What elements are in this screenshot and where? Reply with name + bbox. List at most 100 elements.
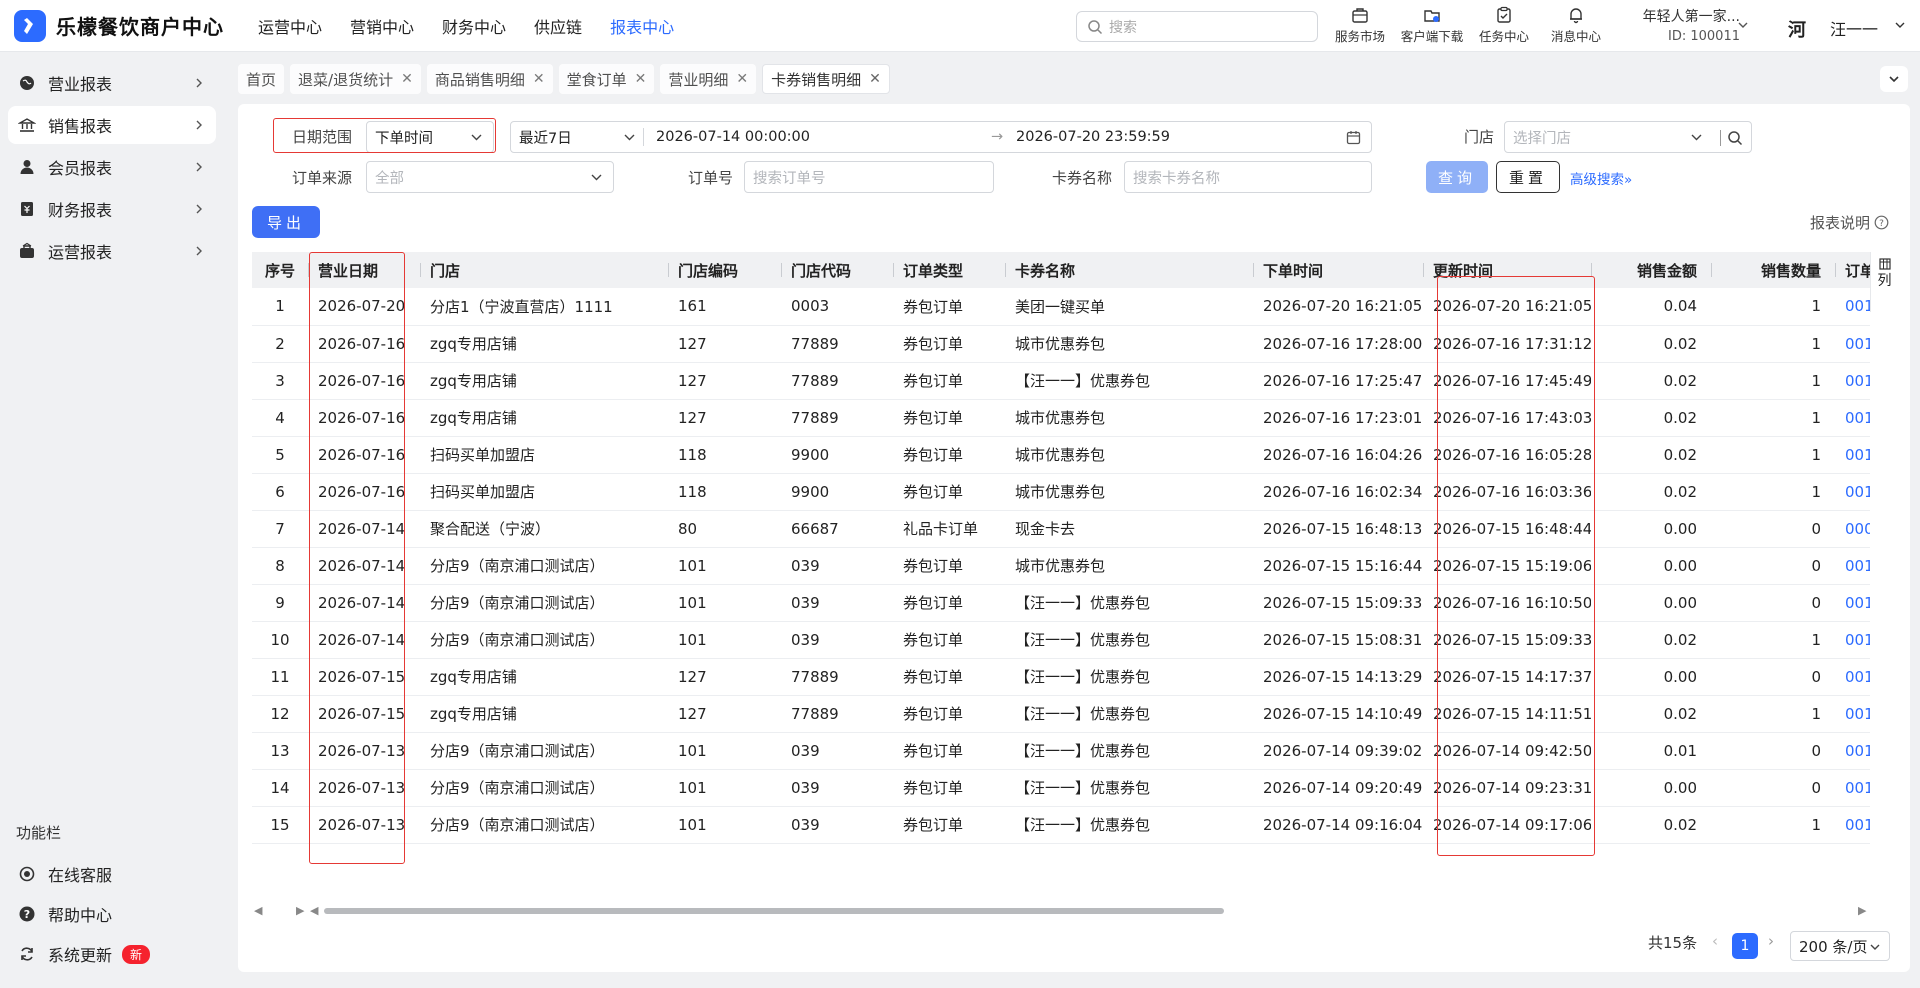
table-cell[interactable]: 000: [1835, 510, 1870, 548]
prev-page-icon[interactable]: ‹: [1712, 932, 1718, 950]
top-search-input[interactable]: 搜索: [1076, 11, 1318, 42]
client-download-button[interactable]: 客户端下载: [1396, 6, 1468, 45]
table-row[interactable]: 2 2026-07-16 zgq专用店铺 127 77889 券包订单 城市优惠券包 2026…: [252, 325, 1870, 363]
close-icon[interactable]: ✕: [401, 71, 413, 87]
close-icon[interactable]: ✕: [533, 71, 545, 87]
user-name[interactable]: 汪一一: [1830, 16, 1878, 40]
table-cell[interactable]: 001: [1835, 399, 1870, 437]
table-row[interactable]: 14 2026-07-13 分店9（南京浦口测试店） 101 039 券包订单 【汪一一】优…: [252, 769, 1870, 807]
table-cell[interactable]: 001: [1835, 362, 1870, 400]
sidebar-item-business-report[interactable]: 营业报表: [8, 64, 216, 102]
close-icon[interactable]: ✕: [869, 71, 881, 87]
table-cell[interactable]: 001: [1835, 621, 1870, 659]
table-cell[interactable]: 001: [1835, 473, 1870, 511]
tab-business-detail[interactable]: 营业明细 ✕: [660, 64, 757, 94]
tab-dine-in-orders[interactable]: 堂食订单 ✕: [558, 64, 655, 94]
store-select[interactable]: 选择门店: [1504, 121, 1752, 153]
tab-return-stats[interactable]: 退菜/退货统计 ✕: [290, 64, 421, 94]
logo[interactable]: 乐檬餐饮商户中心: [14, 9, 244, 42]
online-service-button[interactable]: 在线客服: [8, 856, 216, 892]
tabs-dropdown-button[interactable]: [1880, 66, 1908, 92]
table-cell[interactable]: 001: [1835, 732, 1870, 770]
column-header[interactable]: 门店: [420, 252, 668, 288]
task-center-button[interactable]: 任务中心: [1468, 6, 1540, 45]
table-cell[interactable]: 001: [1835, 288, 1870, 326]
search-icon[interactable]: [1727, 130, 1743, 146]
table-row[interactable]: 9 2026-07-14 分店9（南京浦口测试店） 101 039 券包订单 【汪一一】优惠…: [252, 584, 1870, 622]
table-row[interactable]: 5 2026-07-16 扫码买单加盟店 118 9900 券包订单 城市优惠券包 2026-…: [252, 436, 1870, 474]
user-chevron-down-icon[interactable]: [1894, 19, 1906, 31]
table-row[interactable]: 1 2026-07-20 分店1（宁波直营店）1111 161 0003 券包订单 美团一键…: [252, 288, 1870, 326]
order-no-input[interactable]: 搜索订单号: [744, 161, 994, 193]
horizontal-scrollbar[interactable]: ◀ ▶ ◀ ▶: [252, 904, 1870, 918]
table-row[interactable]: 4 2026-07-16 zgq专用店铺 127 77889 券包订单 城市优惠券包 2026…: [252, 399, 1870, 437]
table-row[interactable]: 10 2026-07-14 分店9（南京浦口测试店） 101 039 券包订单 【汪一一】优…: [252, 621, 1870, 659]
scroll-left-arrow-icon[interactable]: ◀: [310, 904, 318, 917]
service-market-button[interactable]: 服务市场: [1324, 6, 1396, 45]
report-note-link[interactable]: 报表说明 ?: [1810, 212, 1889, 233]
column-header[interactable]: 销售数量: [1711, 252, 1835, 288]
message-center-button[interactable]: 消息中心: [1540, 6, 1612, 45]
column-header[interactable]: 订单: [1835, 252, 1870, 288]
sidebar-item-finance-report[interactable]: 财务报表: [8, 190, 216, 228]
page-size-select[interactable]: 200 条/页: [1790, 931, 1890, 961]
order-source-select[interactable]: 全部: [366, 161, 614, 193]
table-row[interactable]: 3 2026-07-16 zgq专用店铺 127 77889 券包订单 【汪一一】优惠券包 2…: [252, 362, 1870, 400]
column-header[interactable]: 下单时间: [1253, 252, 1423, 288]
scroll-right-arrow-icon[interactable]: ▶: [1858, 904, 1866, 917]
table-cell[interactable]: 001: [1835, 695, 1870, 733]
reset-button[interactable]: 重置: [1496, 161, 1560, 193]
column-header[interactable]: 门店编码: [668, 252, 781, 288]
table-cell[interactable]: 001: [1835, 325, 1870, 363]
nav-item-marketing[interactable]: 营销中心: [350, 14, 414, 38]
table-cell[interactable]: 001: [1835, 658, 1870, 696]
table-cell[interactable]: 001: [1835, 806, 1870, 844]
column-header[interactable]: 序号: [252, 252, 308, 288]
close-icon[interactable]: ✕: [736, 71, 748, 87]
close-icon[interactable]: ✕: [635, 71, 647, 87]
next-page-icon[interactable]: ›: [1768, 932, 1774, 950]
advanced-search-link[interactable]: 高级搜索»: [1570, 168, 1632, 188]
sidebar-item-member-report[interactable]: 会员报表: [8, 148, 216, 186]
table-row[interactable]: 6 2026-07-16 扫码买单加盟店 118 9900 券包订单 城市优惠券包 2026-…: [252, 473, 1870, 511]
table-row[interactable]: 7 2026-07-14 聚合配送（宁波） 80 66687 礼品卡订单 现金卡去 2026-…: [252, 510, 1870, 548]
date-end-value[interactable]: 2026-07-20 23:59:59: [1016, 129, 1170, 145]
tab-goods-sales-detail[interactable]: 商品销售明细 ✕: [426, 64, 553, 94]
date-range-picker[interactable]: 最近7日 2026-07-14 00:00:00 → 2026-07-20 23…: [510, 121, 1372, 153]
table-row[interactable]: 13 2026-07-13 分店9（南京浦口测试店） 101 039 券包订单 【汪一一】优…: [252, 732, 1870, 770]
avatar[interactable]: 河: [1788, 16, 1806, 42]
column-header[interactable]: 订单类型: [893, 252, 1005, 288]
tab-card-sales-detail[interactable]: 卡券销售明细 ✕: [762, 64, 890, 94]
system-update-button[interactable]: 系统更新 新: [8, 936, 216, 972]
query-button[interactable]: 查询: [1426, 161, 1488, 193]
column-header[interactable]: 卡券名称: [1005, 252, 1253, 288]
date-start-value[interactable]: 2026-07-14 00:00:00: [656, 129, 810, 145]
scroll-left-arrow-icon[interactable]: ◀: [254, 904, 262, 917]
table-cell[interactable]: 001: [1835, 547, 1870, 585]
sidebar-item-operation-report[interactable]: 运营报表: [8, 232, 216, 270]
account-switcher[interactable]: 年轻人第一家... ID: 100011: [1620, 6, 1740, 44]
table-row[interactable]: 11 2026-07-15 zgq专用店铺 127 77889 券包订单 【汪一一】优惠券包…: [252, 658, 1870, 696]
nav-item-operations[interactable]: 运营中心: [258, 14, 322, 38]
scroll-right-arrow-icon[interactable]: ▶: [296, 904, 304, 917]
table-row[interactable]: 8 2026-07-14 分店9（南京浦口测试店） 101 039 券包订单 城市优惠券包 2…: [252, 547, 1870, 585]
export-button[interactable]: 导出: [252, 206, 320, 238]
nav-item-reports[interactable]: 报表中心: [610, 14, 674, 38]
tab-home[interactable]: 首页: [238, 64, 285, 94]
table-cell[interactable]: 001: [1835, 769, 1870, 807]
scrollbar-thumb[interactable]: [324, 908, 1224, 914]
chevron-down-icon[interactable]: [1736, 18, 1750, 32]
nav-item-finance[interactable]: 财务中心: [442, 14, 506, 38]
table-row[interactable]: 12 2026-07-15 zgq专用店铺 127 77889 券包订单 【汪一一】优惠券包…: [252, 695, 1870, 733]
card-name-input[interactable]: 搜索卡券名称: [1124, 161, 1372, 193]
help-center-button[interactable]: ? 帮助中心: [8, 896, 216, 932]
calendar-icon[interactable]: [1346, 130, 1361, 145]
column-header[interactable]: 销售金额: [1591, 252, 1711, 288]
page-number-current[interactable]: 1: [1732, 933, 1758, 959]
table-cell[interactable]: 001: [1835, 436, 1870, 474]
column-settings-button[interactable]: 列: [1870, 252, 1898, 312]
table-cell[interactable]: 001: [1835, 584, 1870, 622]
sidebar-item-sales-report[interactable]: 销售报表: [8, 106, 216, 144]
table-row[interactable]: 15 2026-07-13 分店9（南京浦口测试店） 101 039 券包订单 【汪一一】优…: [252, 806, 1870, 844]
nav-item-supply-chain[interactable]: 供应链: [534, 14, 582, 38]
